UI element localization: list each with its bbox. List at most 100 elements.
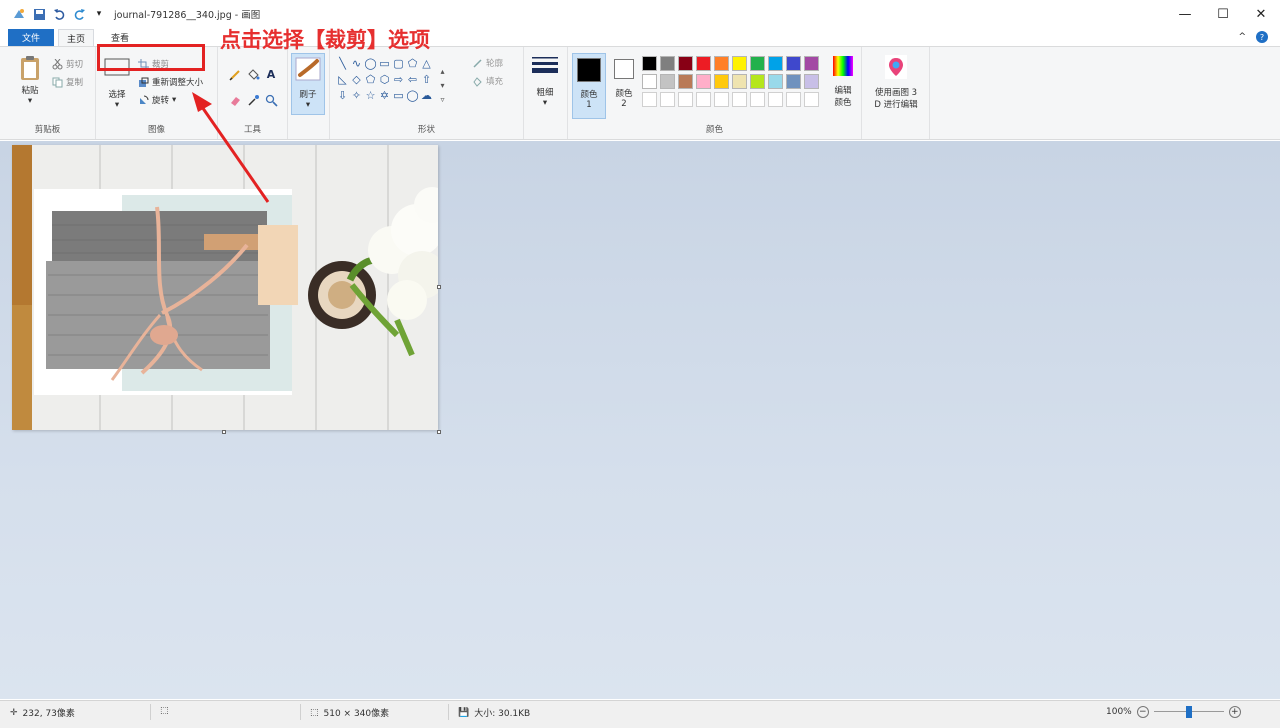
pencil-icon[interactable] bbox=[228, 67, 242, 81]
text-tool-icon[interactable]: A bbox=[264, 67, 278, 81]
size-button[interactable]: 粗细 ▾ bbox=[530, 55, 560, 108]
custom-color-slot[interactable] bbox=[660, 92, 675, 107]
tab-home[interactable]: 主页 bbox=[58, 29, 94, 46]
brush-label: 刷子 bbox=[299, 90, 317, 100]
palette-swatch[interactable] bbox=[678, 74, 693, 89]
minimize-button[interactable]: — bbox=[1166, 0, 1204, 28]
down-arrow-shape-icon[interactable]: ⇩ bbox=[336, 89, 349, 102]
polygon-shape-icon[interactable]: ⬠ bbox=[406, 57, 419, 70]
palette-swatch[interactable] bbox=[696, 56, 711, 71]
undo-icon[interactable] bbox=[52, 7, 66, 21]
custom-color-slot[interactable] bbox=[714, 92, 729, 107]
zoom-slider-thumb[interactable] bbox=[1185, 706, 1192, 718]
six-point-star-shape-icon[interactable]: ✡ bbox=[378, 89, 391, 102]
palette-swatch[interactable] bbox=[732, 56, 747, 71]
callout-oval-shape-icon[interactable]: ◯ bbox=[406, 89, 419, 102]
palette-swatch[interactable] bbox=[642, 74, 657, 89]
hexagon-shape-icon[interactable]: ⬡ bbox=[378, 73, 391, 86]
color1-button[interactable]: 颜色 1 bbox=[572, 53, 606, 119]
oval-shape-icon[interactable]: ◯ bbox=[364, 57, 377, 70]
edit-colors-button[interactable]: 编辑颜色 bbox=[828, 55, 858, 108]
tutorial-highlight-box bbox=[97, 44, 205, 71]
shapes-scroll-down-icon[interactable]: ▾ bbox=[436, 79, 449, 91]
custom-color-slot[interactable] bbox=[678, 92, 693, 107]
palette-swatch[interactable] bbox=[660, 56, 675, 71]
collapse-ribbon-icon[interactable]: ^ bbox=[1238, 32, 1246, 42]
custom-color-slot[interactable] bbox=[732, 92, 747, 107]
fill-bucket-icon[interactable] bbox=[246, 67, 260, 81]
right-triangle-shape-icon[interactable]: ◺ bbox=[336, 73, 349, 86]
four-point-star-shape-icon[interactable]: ✧ bbox=[350, 89, 363, 102]
cut-button[interactable]: 剪切 bbox=[52, 58, 83, 70]
custom-color-slot[interactable] bbox=[804, 92, 819, 107]
close-button[interactable]: ✕ bbox=[1242, 0, 1280, 28]
palette-swatch[interactable] bbox=[714, 74, 729, 89]
custom-color-slot[interactable] bbox=[750, 92, 765, 107]
custom-color-slot[interactable] bbox=[642, 92, 657, 107]
callout-cloud-shape-icon[interactable]: ☁ bbox=[420, 89, 433, 102]
rectangle-shape-icon[interactable]: ▭ bbox=[378, 57, 391, 70]
resize-handle-corner[interactable] bbox=[437, 430, 441, 434]
canvas-workspace[interactable] bbox=[0, 141, 1280, 699]
rounded-rectangle-shape-icon[interactable]: ▢ bbox=[392, 57, 405, 70]
palette-swatch[interactable] bbox=[660, 74, 675, 89]
rotate-button[interactable]: 旋转 ▾ bbox=[138, 94, 176, 106]
curve-shape-icon[interactable]: ∿ bbox=[350, 57, 363, 70]
eraser-icon[interactable] bbox=[228, 93, 242, 107]
resize-handle-right[interactable] bbox=[437, 285, 441, 289]
outline-button[interactable]: 轮廓 bbox=[472, 57, 503, 69]
custom-color-slot[interactable] bbox=[786, 92, 801, 107]
palette-swatch[interactable] bbox=[714, 56, 729, 71]
right-arrow-shape-icon[interactable]: ⇨ bbox=[392, 73, 405, 86]
redo-icon[interactable] bbox=[72, 7, 86, 21]
palette-swatch[interactable] bbox=[804, 56, 819, 71]
maximize-button[interactable]: ☐ bbox=[1204, 0, 1242, 28]
resize-button[interactable]: 重新调整大小 bbox=[138, 76, 203, 88]
palette-swatch[interactable] bbox=[768, 56, 783, 71]
palette-swatch[interactable] bbox=[804, 74, 819, 89]
palette-swatch[interactable] bbox=[786, 74, 801, 89]
zoom-slider[interactable] bbox=[1153, 706, 1224, 718]
paste-label: 粘贴 bbox=[21, 86, 39, 96]
help-icon[interactable]: ? bbox=[1256, 31, 1268, 43]
triangle-shape-icon[interactable]: △ bbox=[420, 57, 433, 70]
custom-color-slot[interactable] bbox=[696, 92, 711, 107]
diamond-shape-icon[interactable]: ◇ bbox=[350, 73, 363, 86]
tab-file[interactable]: 文件 bbox=[8, 29, 54, 46]
paint3d-group: 使用画图 3 D 进行编辑 bbox=[862, 47, 930, 139]
five-point-star-shape-icon[interactable]: ☆ bbox=[364, 89, 377, 102]
palette-swatch[interactable] bbox=[768, 74, 783, 89]
colors-group-label: 颜色 bbox=[705, 125, 723, 135]
shapes-expand-icon[interactable]: ▿ bbox=[436, 93, 449, 105]
palette-swatch[interactable] bbox=[642, 56, 657, 71]
color-picker-icon[interactable] bbox=[246, 93, 260, 107]
canvas-image[interactable] bbox=[12, 145, 438, 430]
custom-color-slot[interactable] bbox=[768, 92, 783, 107]
fill-button[interactable]: 填充 bbox=[472, 75, 503, 87]
up-arrow-shape-icon[interactable]: ⇧ bbox=[420, 73, 433, 86]
palette-swatch[interactable] bbox=[732, 74, 747, 89]
color2-button[interactable]: 颜色 2 bbox=[612, 59, 636, 109]
color-palette bbox=[642, 56, 828, 112]
line-shape-icon[interactable]: ╲ bbox=[336, 57, 349, 70]
pentagon-shape-icon[interactable]: ⬠ bbox=[364, 73, 377, 86]
edit-with-paint3d-button[interactable]: 使用画图 3 D 进行编辑 bbox=[866, 55, 926, 110]
outline-label: 轮廓 bbox=[486, 59, 504, 69]
paste-button[interactable]: 粘贴 ▾ bbox=[14, 55, 46, 106]
resize-handle-bottom[interactable] bbox=[222, 430, 226, 434]
left-arrow-shape-icon[interactable]: ⇦ bbox=[406, 73, 419, 86]
palette-swatch[interactable] bbox=[750, 74, 765, 89]
brush-button[interactable]: 刷子 ▾ bbox=[291, 53, 325, 115]
palette-swatch[interactable] bbox=[678, 56, 693, 71]
callout-rect-shape-icon[interactable]: ▭ bbox=[392, 89, 405, 102]
zoom-in-button[interactable]: + bbox=[1228, 706, 1241, 718]
magnifier-icon[interactable] bbox=[264, 93, 278, 107]
copy-button[interactable]: 复制 bbox=[52, 76, 83, 88]
shapes-scroll-up-icon[interactable]: ▴ bbox=[436, 65, 449, 77]
palette-swatch[interactable] bbox=[750, 56, 765, 71]
customize-toolbar-icon[interactable]: ▾ bbox=[92, 7, 106, 21]
palette-swatch[interactable] bbox=[786, 56, 801, 71]
save-icon[interactable] bbox=[32, 7, 46, 21]
zoom-out-button[interactable]: − bbox=[1136, 706, 1149, 718]
palette-swatch[interactable] bbox=[696, 74, 711, 89]
